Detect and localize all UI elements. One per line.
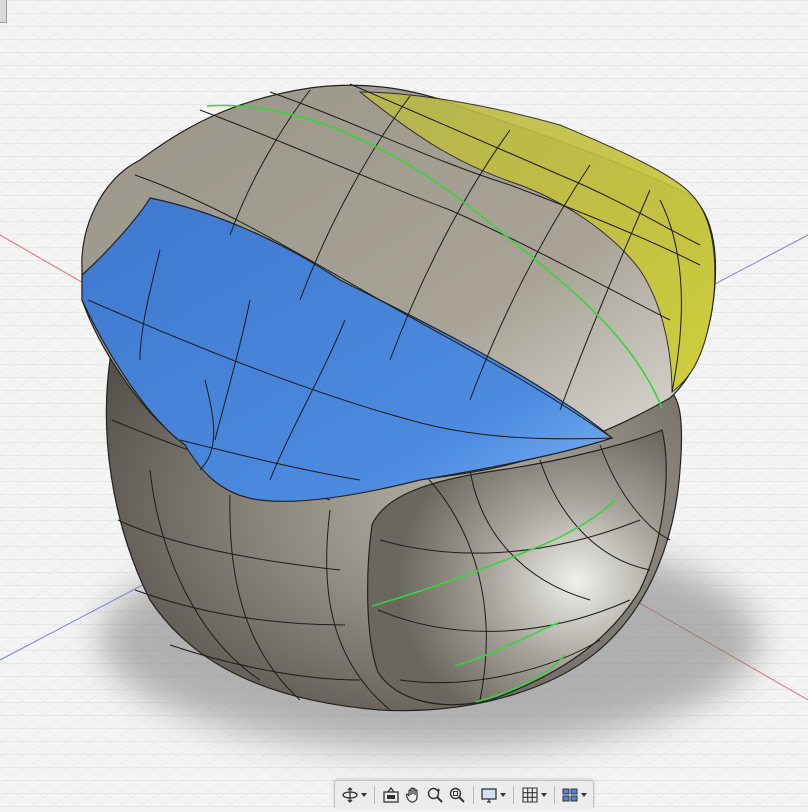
viewports-button[interactable] [559, 784, 589, 806]
look-at-button[interactable] [380, 784, 402, 806]
fit-icon [449, 787, 465, 803]
chevron-down-icon [540, 792, 547, 797]
chevron-down-icon [361, 792, 367, 797]
orbit-button[interactable] [339, 784, 369, 806]
look-at-icon [382, 786, 399, 803]
toolbar-divider [472, 785, 473, 804]
3d-viewport[interactable] [0, 0, 808, 808]
viewports-icon [562, 788, 578, 801]
toolbar-divider [513, 785, 514, 804]
pan-button[interactable] [402, 784, 424, 806]
hand-icon [405, 786, 418, 803]
navigation-toolbar [334, 780, 594, 808]
display-settings-button[interactable] [478, 784, 508, 806]
model-canvas[interactable] [0, 0, 808, 808]
grid-settings-button[interactable] [519, 784, 549, 806]
chevron-down-icon [581, 792, 587, 797]
toolbar-divider [553, 785, 554, 804]
browser-panel-tab[interactable] [0, 0, 7, 23]
fit-button[interactable] [446, 784, 468, 806]
display-icon [481, 787, 497, 803]
toolbar-divider [374, 785, 375, 804]
grid-icon [521, 786, 538, 803]
orbit-icon [342, 786, 358, 803]
chevron-down-icon [500, 792, 506, 797]
zoom-icon [427, 787, 443, 803]
zoom-button[interactable] [424, 784, 446, 806]
